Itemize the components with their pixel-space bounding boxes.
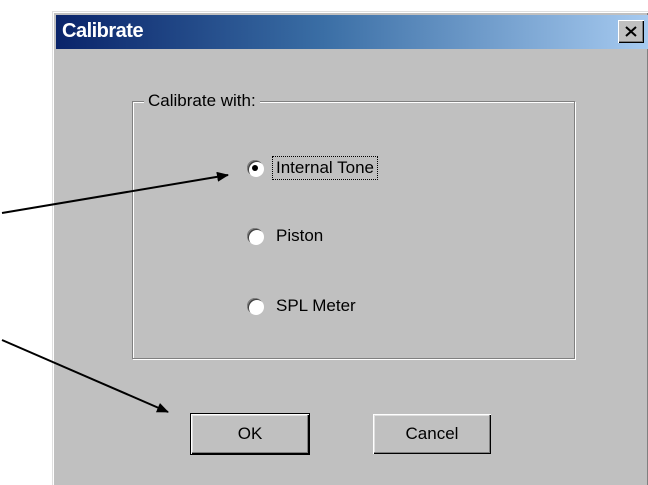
arrow-to-internal-tone [1,171,229,214]
arrow-to-ok-button [1,339,169,413]
annotation-arrows [1,171,229,413]
